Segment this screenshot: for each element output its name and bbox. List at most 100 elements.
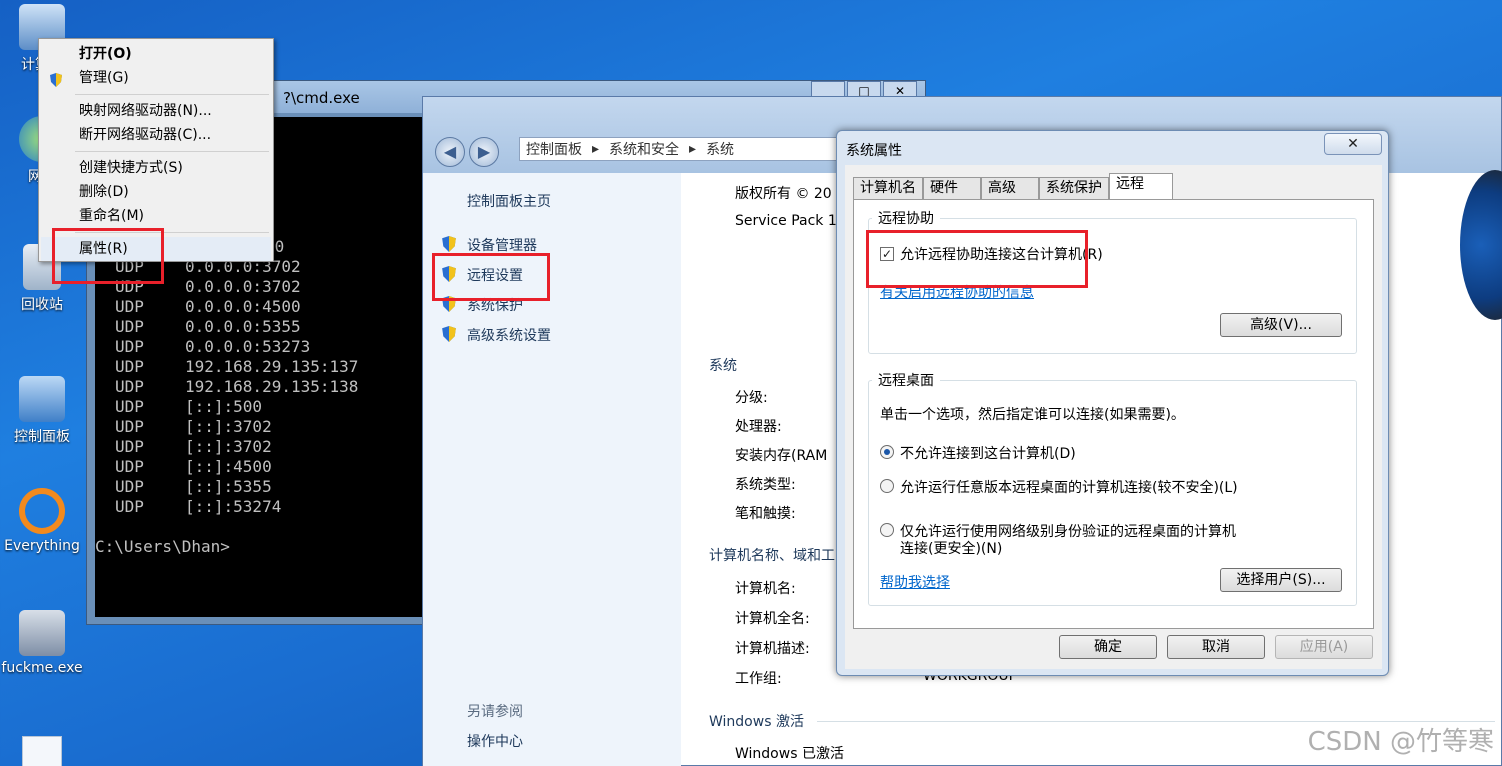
dialog-title: 系统属性 — [846, 143, 902, 159]
menu-item-map-drive[interactable]: 映射网络驱动器(N)... — [41, 99, 271, 123]
activation-status: Windows 已激活 — [735, 746, 844, 762]
copyright-text: 版权所有 © 20 — [735, 186, 832, 202]
console-line: UDP [::]:3702 — [115, 417, 425, 437]
control-panel-icon — [19, 376, 65, 422]
cancel-button[interactable]: 取消 — [1167, 635, 1265, 659]
remote-desktop-legend: 远程桌面 — [872, 370, 940, 390]
console-protocol: UDP — [115, 357, 144, 376]
console-address: 0.0.0.0:53273 — [185, 337, 311, 356]
chevron-right-icon: ▸ — [689, 141, 697, 157]
breadcrumb-item[interactable]: 系统和安全 — [609, 139, 679, 159]
console-prompt[interactable]: C:\Users\Dhan> — [95, 537, 425, 557]
link-advanced-system-settings[interactable]: 高级系统设置 — [442, 325, 551, 345]
radio-allow-any-version[interactable] — [880, 479, 894, 493]
system-properties-dialog[interactable]: 系统属性 ✕ 计算机名 硬件 高级 系统保护 远程 远程协助 ✓ 允许远程协助连… — [836, 130, 1389, 676]
radio-allow-any-label[interactable]: 允许运行任意版本远程桌面的计算机连接(较不安全)(L) — [900, 477, 1238, 497]
menu-item-open[interactable]: 打开(O) — [41, 42, 271, 66]
system-type-label: 系统类型: — [735, 477, 796, 493]
rating-label: 分级: — [735, 390, 768, 406]
highlight-properties — [52, 228, 164, 284]
console-line: UDP 192.168.29.135:138 — [115, 377, 425, 397]
link-device-manager[interactable]: 设备管理器 — [442, 235, 537, 255]
radio-deny-label[interactable]: 不允许连接到这台计算机(D) — [900, 443, 1076, 463]
console-line: UDP [::]:4500 — [115, 457, 425, 477]
console-line: UDP 0.0.0.0:4500 — [115, 297, 425, 317]
console-address: 0.0.0.0:5355 — [185, 317, 301, 336]
link-action-center[interactable]: 操作中心 — [467, 731, 523, 751]
see-also-header: 另请参阅 — [467, 704, 523, 720]
ram-label: 安装内存(RAM — [735, 448, 828, 464]
desktop-icon-everything[interactable]: Everything — [0, 488, 84, 554]
console-protocol: UDP — [115, 477, 144, 496]
installer-icon — [19, 610, 65, 656]
menu-item-delete[interactable]: 删除(D) — [41, 180, 271, 204]
breadcrumb-item[interactable]: 控制面板 — [526, 139, 582, 159]
menu-item-rename[interactable]: 重命名(M) — [41, 204, 271, 228]
console-protocol: UDP — [115, 297, 144, 316]
description-label: 计算机描述: — [735, 641, 810, 657]
advanced-button[interactable]: 高级(V)... — [1220, 313, 1342, 337]
document-icon[interactable] — [22, 736, 62, 766]
address-bar[interactable]: 控制面板 ▸ 系统和安全 ▸ 系统 — [519, 137, 839, 161]
console-address: [::]:5355 — [185, 477, 272, 496]
console-line: UDP 0.0.0.0:5355 — [115, 317, 425, 337]
tab-advanced[interactable]: 高级 — [981, 177, 1039, 199]
apply-button: 应用(A) — [1275, 635, 1373, 659]
console-protocol: UDP — [115, 377, 144, 396]
console-address: [::]:3702 — [185, 417, 272, 436]
shield-icon — [49, 71, 63, 87]
console-address: 0.0.0.0:3702 — [185, 277, 301, 296]
chevron-right-icon: ▸ — [592, 141, 600, 157]
full-name-label: 计算机全名: — [735, 611, 810, 627]
desktop-icon-control-panel[interactable]: 控制面板 — [0, 376, 84, 446]
ok-button[interactable]: 确定 — [1059, 635, 1157, 659]
remote-desktop-instruction: 单击一个选项，然后指定谁可以连接(如果需要)。 — [880, 407, 1185, 423]
shield-icon — [441, 236, 457, 252]
back-button[interactable]: ◀ — [435, 137, 465, 167]
console-protocol: UDP — [115, 457, 144, 476]
tab-remote[interactable]: 远程 — [1109, 173, 1173, 199]
console-line: UDP [::]:53274 — [115, 497, 425, 517]
tab-system-protection[interactable]: 系统保护 — [1039, 177, 1109, 199]
console-line: UDP 192.168.29.135:137 — [115, 357, 425, 377]
select-users-button[interactable]: 选择用户(S)... — [1220, 568, 1342, 592]
menu-item-disconnect-drive[interactable]: 断开网络驱动器(C)... — [41, 123, 271, 147]
radio-deny-connections[interactable] — [880, 445, 894, 459]
menu-item-manage[interactable]: 管理(G) — [41, 66, 271, 90]
console-protocol: UDP — [115, 417, 144, 436]
console-protocol: UDP — [115, 317, 144, 336]
tab-computer-name[interactable]: 计算机名 — [853, 177, 923, 199]
console-protocol: UDP — [115, 497, 144, 516]
menu-item-create-shortcut[interactable]: 创建快捷方式(S) — [41, 156, 271, 180]
console-address: [::]:3702 — [185, 437, 272, 456]
console-line: UDP [::]:3702 — [115, 437, 425, 457]
computer-name-label: 计算机名: — [735, 581, 796, 597]
radio-allow-nla-only[interactable] — [880, 523, 894, 537]
activation-section-header: Windows 激活 — [709, 714, 804, 730]
computer-name-section-header: 计算机名称、域和工 — [709, 548, 835, 564]
desktop-icon-label: Everything — [4, 538, 80, 554]
help-me-choose-link[interactable]: 帮助我选择 — [880, 572, 950, 592]
breadcrumb-item[interactable]: 系统 — [706, 139, 734, 159]
remote-assistance-legend: 远程协助 — [872, 208, 940, 228]
desktop-icon-fuckme-exe[interactable]: fuckme.exe — [0, 610, 84, 676]
processor-label: 处理器: — [735, 419, 782, 435]
link-control-panel-home[interactable]: 控制面板主页 — [467, 191, 551, 211]
system-section-header: 系统 — [709, 358, 737, 374]
radio-allow-nla-label-line2[interactable]: 连接(更安全)(N) — [900, 538, 1002, 558]
forward-button[interactable]: ▶ — [469, 137, 499, 167]
console-address: 0.0.0.0:4500 — [185, 297, 301, 316]
console-line: UDP [::]:500 — [115, 397, 425, 417]
menu-separator — [75, 94, 269, 95]
pen-touch-label: 笔和触摸: — [735, 506, 796, 522]
console-protocol: UDP — [115, 437, 144, 456]
everything-icon — [19, 488, 65, 534]
close-button[interactable]: ✕ — [1324, 133, 1382, 155]
console-address: [::]:4500 — [185, 457, 272, 476]
shield-icon — [441, 326, 457, 342]
tab-hardware[interactable]: 硬件 — [923, 177, 981, 199]
service-pack-text: Service Pack 1 — [735, 213, 837, 229]
menu-item-label: 管理(G) — [79, 70, 129, 86]
desktop-icon-label: fuckme.exe — [1, 660, 83, 676]
console-address: 192.168.29.135:137 — [185, 357, 359, 376]
